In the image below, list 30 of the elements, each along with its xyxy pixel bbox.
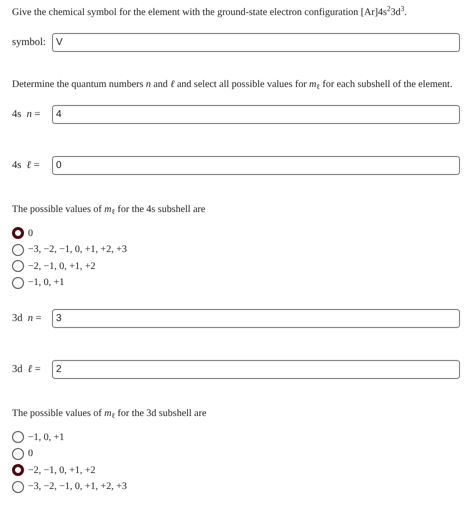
answer-field[interactable]: 4	[52, 105, 460, 124]
field-label: 3d n =	[12, 312, 43, 326]
radio-button[interactable]	[12, 244, 24, 256]
field-label: symbol:	[12, 36, 47, 50]
radio-button[interactable]	[12, 260, 24, 272]
prompt-text: The possible values of m$_{ℓ}$ for the 4s subshell are	[12, 203, 206, 216]
answer-field[interactable]: 0	[52, 156, 460, 175]
prompt-text: The possible values of m$_{ℓ}$ for the 3d subshell are	[12, 407, 206, 420]
field-label: 3d ℓ =	[12, 362, 42, 377]
field-label: 4s n =	[12, 108, 42, 122]
radio-button[interactable]	[12, 431, 24, 444]
option-label: −1, 0, +1	[28, 430, 64, 445]
option-label: −2, −1, 0, +1, +2	[28, 260, 96, 274]
radio-button[interactable]	[12, 276, 24, 289]
radio-button[interactable]	[12, 227, 24, 240]
option-label: −3, −2, −1, 0, +1, +2, +3	[28, 480, 127, 494]
radio-button[interactable]	[12, 480, 24, 493]
option-label: −1, 0, +1	[28, 276, 64, 290]
answer-field[interactable]: 3	[52, 309, 460, 328]
answer-field[interactable]: V	[52, 33, 460, 52]
field-label: 4s ℓ =	[12, 158, 41, 173]
option-label: 0	[28, 226, 33, 241]
instruction-text: Determine the quantum numbers n and ℓ and select all possible values for m$_{ℓ}$ for each subshell of the element.	[12, 78, 452, 91]
option-label: 0	[28, 447, 33, 462]
answer-field[interactable]: 2	[52, 360, 460, 379]
question-text: Give the chemical symbol for the element with the ground-state electron configuration [Ar]4s$^{2}$3d$^{3}$.	[12, 6, 407, 19]
option-label: −3, −2, −1, 0, +1, +2, +3	[28, 243, 127, 258]
radio-button[interactable]	[12, 448, 24, 460]
option-label: −2, −1, 0, +1, +2	[28, 464, 96, 478]
radio-button[interactable]	[12, 464, 24, 476]
